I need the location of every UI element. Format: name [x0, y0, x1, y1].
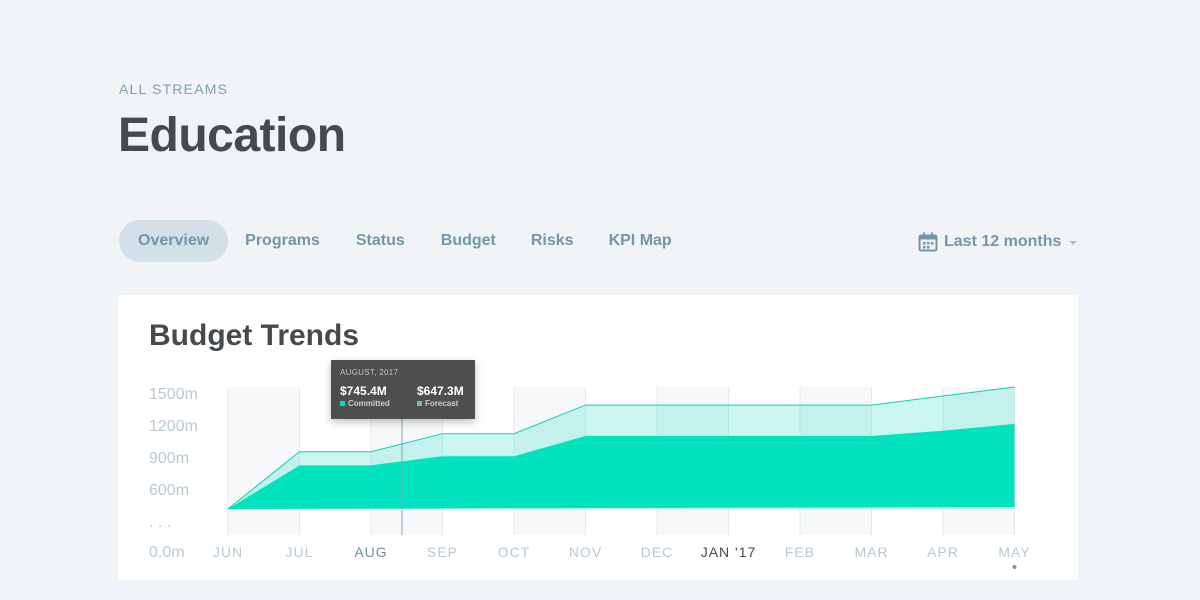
page-title: Education: [118, 109, 346, 162]
tab-budget[interactable]: Budget: [441, 220, 496, 262]
x-tick-label: JUN: [213, 544, 243, 560]
chart-tooltip: AUGUST, 2017 $745.4M $647.3M Committed F…: [331, 360, 475, 419]
y-tick-label: 1500m: [149, 386, 198, 403]
tooltip-committed-label: Committed: [348, 399, 390, 408]
calendar-icon: [918, 232, 938, 252]
y-tick-label: 0.0m: [149, 544, 185, 561]
tooltip-forecast-label: Forecast: [425, 399, 459, 408]
chevron-down-icon: [1069, 241, 1078, 245]
tab-kpi-map[interactable]: KPI Map: [609, 220, 672, 262]
x-tick-label: JUL: [286, 544, 314, 560]
x-tick-label: OCT: [498, 544, 531, 560]
x-tick-label: APR: [927, 544, 959, 560]
x-tick-label: AUG: [354, 544, 387, 560]
y-tick-label: . . .: [149, 514, 171, 531]
tooltip-forecast-legend: Forecast: [417, 399, 458, 408]
committed-swatch: [340, 401, 345, 406]
tab-status[interactable]: Status: [356, 220, 405, 262]
budget-trends-card: 1500m 1200m 900m 600m . . . 0.0m JUN JUL AUG SEP O…: [118, 295, 1078, 580]
tab-programs[interactable]: Programs: [245, 220, 320, 262]
date-range-dropdown[interactable]: Last 12 months: [918, 230, 1078, 254]
x-tick-label: DEC: [641, 544, 674, 560]
current-month-dot: [1012, 565, 1017, 569]
chart-title: Budget Trends: [149, 319, 360, 352]
y-tick-label: 1200m: [149, 418, 198, 435]
tab-overview[interactable]: Overview: [119, 220, 229, 262]
tooltip-forecast-value: $647.3M: [417, 384, 464, 398]
y-tick-label: 600m: [149, 482, 189, 499]
x-tick-label: MAR: [854, 544, 888, 560]
x-tick-label: FEB: [785, 544, 815, 560]
forecast-swatch: [417, 401, 422, 406]
date-range-label: Last 12 months: [944, 233, 1062, 250]
x-tick-label: MAY: [998, 544, 1030, 560]
x-tick-label: JAN '17: [701, 544, 757, 560]
x-tick-label: NOV: [569, 544, 602, 560]
tooltip-committed-legend: Committed: [340, 399, 390, 408]
tooltip-date: AUGUST, 2017: [340, 368, 399, 377]
tab-bar: Overview Programs Status Budget Risks KP…: [119, 220, 672, 262]
breadcrumb[interactable]: ALL STREAMS: [119, 81, 228, 97]
y-tick-label: 900m: [149, 450, 189, 467]
tab-risks[interactable]: Risks: [531, 220, 574, 262]
x-tick-label: SEP: [427, 544, 458, 560]
tooltip-committed-value: $745.4M: [340, 384, 387, 398]
